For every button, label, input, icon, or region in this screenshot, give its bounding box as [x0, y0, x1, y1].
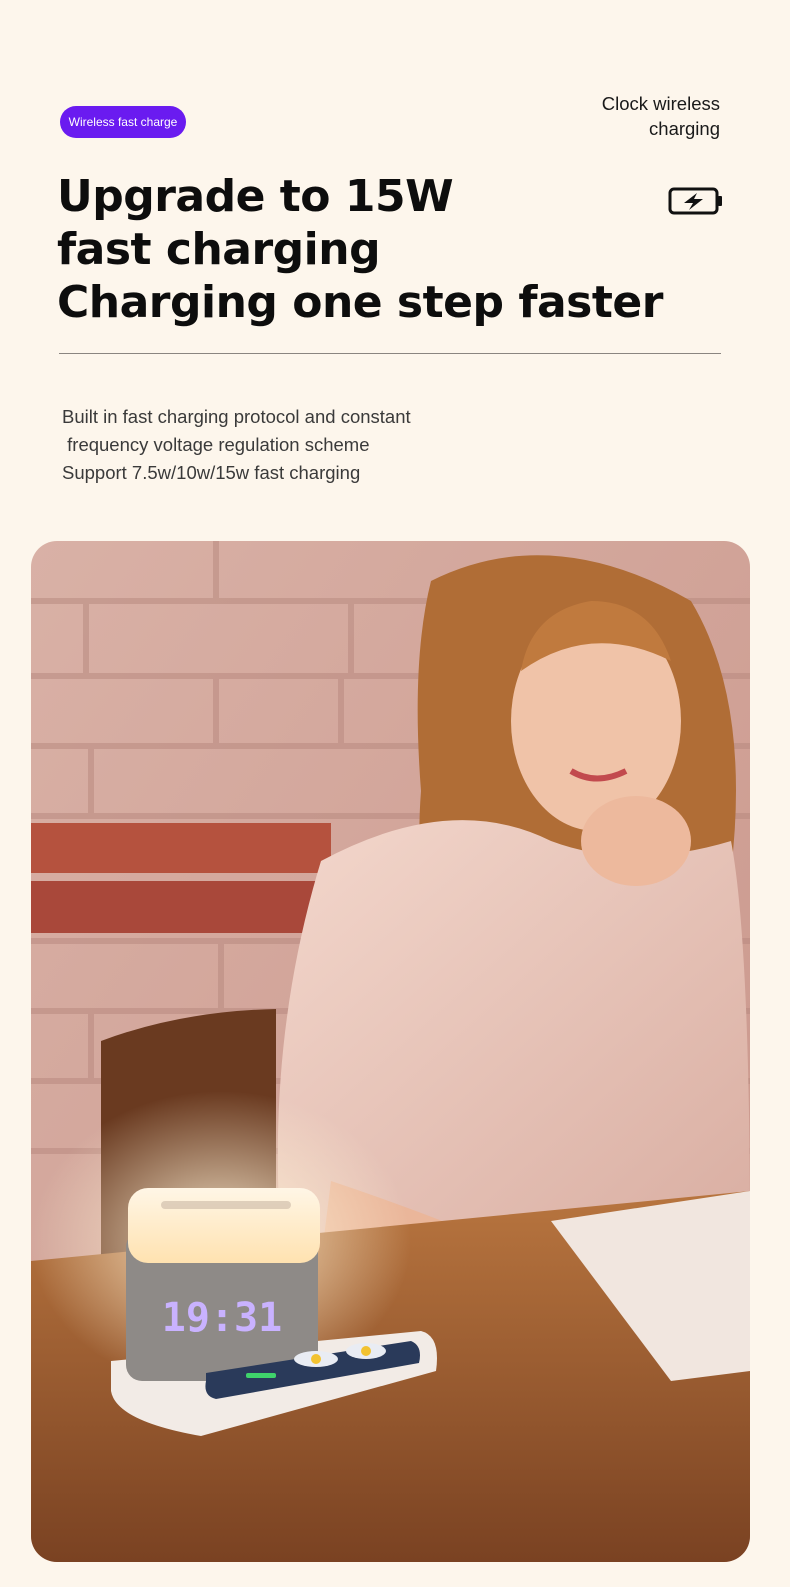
description-line-3: Support 7.5w/10w/15w fast charging	[62, 462, 361, 483]
battery-charging-icon	[668, 187, 722, 215]
product-category-label: Clock wireless charging	[602, 91, 720, 141]
clock-display-readout: 19:31	[162, 1295, 282, 1341]
feature-badge-label: Wireless fast charge	[68, 115, 178, 129]
headline: Upgrade to 15W fast charging Charging on…	[57, 170, 663, 329]
lifestyle-photo: 19:31	[31, 541, 750, 1562]
feature-badge: Wireless fast charge	[60, 106, 186, 138]
description-line-1: Built in fast charging protocol and cons…	[62, 406, 411, 427]
feature-description: Built in fast charging protocol and cons…	[62, 403, 411, 487]
product-category-line-2: charging	[649, 118, 720, 139]
product-category-line-1: Clock wireless	[601, 93, 720, 114]
headline-line-3: Charging one step faster	[57, 277, 663, 328]
section-divider	[59, 353, 721, 354]
headline-line-1: Upgrade to 15W	[57, 171, 454, 222]
headline-line-2: fast charging	[57, 224, 381, 275]
description-line-2: frequency voltage regulation scheme	[62, 434, 370, 455]
lifestyle-photo-illustration: 19:31	[31, 541, 750, 1562]
